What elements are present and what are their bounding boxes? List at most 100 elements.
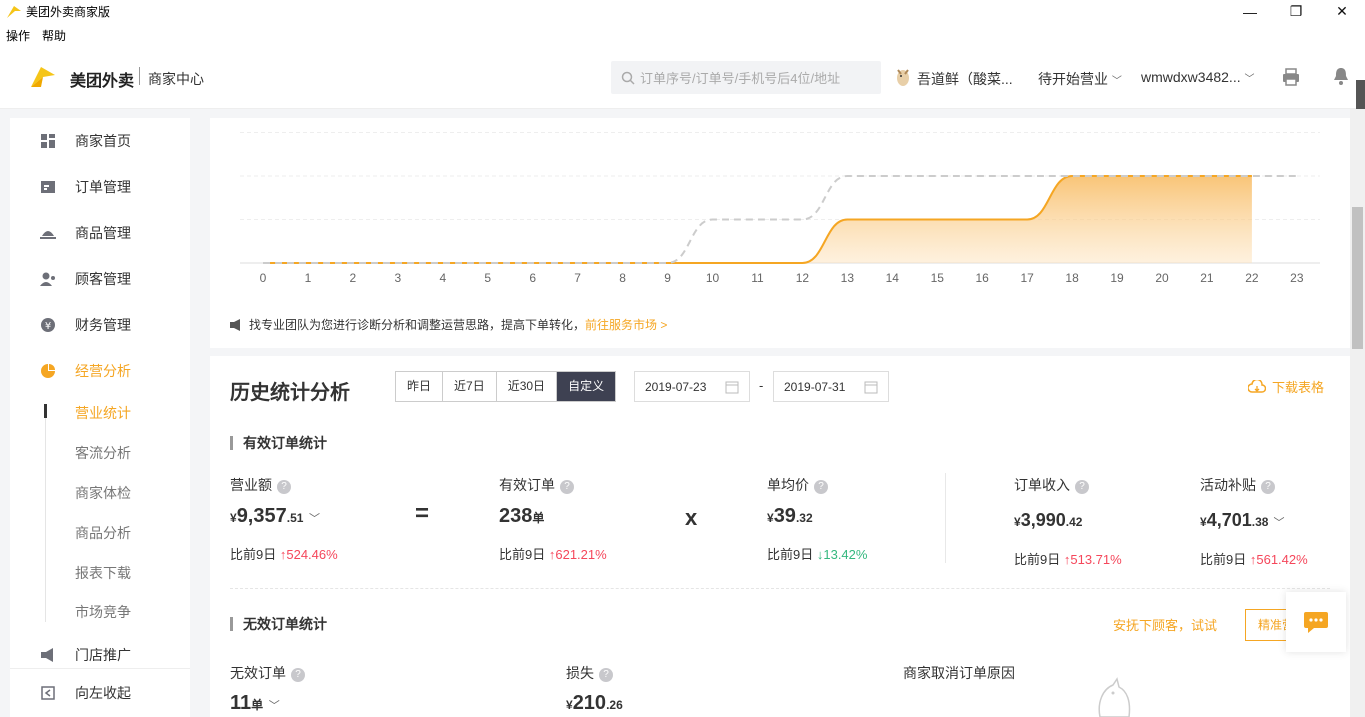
sidebar-item-finance[interactable]: ¥ 财务管理	[10, 302, 190, 348]
range-yesterday-button[interactable]: 昨日	[396, 372, 444, 401]
help-icon[interactable]: ?	[560, 480, 574, 494]
scrollbar-thumb[interactable]	[1352, 207, 1363, 349]
scrollbar-track[interactable]	[1350, 109, 1365, 717]
menu-operate[interactable]: 操作	[6, 27, 30, 44]
revenue-dec: .51	[286, 511, 304, 525]
download-table-button[interactable]: 下载表格	[1248, 377, 1324, 396]
account-name: wmwdxw3482...	[1141, 69, 1241, 85]
date-from-field[interactable]: 2019-07-23	[634, 371, 750, 402]
help-icon[interactable]: ?	[1261, 480, 1275, 494]
currency: ¥	[566, 698, 573, 712]
chat-button[interactable]	[1286, 592, 1346, 652]
income-label-group: 订单收入?	[1014, 475, 1089, 495]
invalid-count-int: 11	[230, 692, 252, 714]
megaphone-icon	[40, 647, 56, 663]
menu-bar: 操作 帮助	[0, 23, 1365, 47]
maximize-button[interactable]: ❐	[1273, 0, 1319, 23]
sidebar-item-customers[interactable]: 顾客管理	[10, 256, 190, 302]
range-custom-button[interactable]: 自定义	[557, 372, 616, 401]
shop-name[interactable]: 吾道鲜（酸菜...	[917, 69, 1013, 89]
sidebar-item-analytics[interactable]: 经营分析	[10, 348, 190, 394]
range-30days-button[interactable]: 近30日	[497, 372, 558, 401]
brand-name: 美团外卖	[70, 73, 135, 90]
date-to-field[interactable]: 2019-07-31	[773, 371, 889, 402]
history-title: 历史统计分析	[230, 382, 350, 404]
submenu-item-report-download[interactable]: 报表下载	[75, 563, 131, 583]
x-tick-label: 10	[705, 271, 720, 285]
subsidy-value[interactable]: ¥4,701.38 ﹀	[1200, 510, 1284, 531]
date-from-value: 2019-07-23	[645, 379, 707, 394]
collapse-sidebar-button[interactable]: 向左收起	[10, 670, 190, 716]
chevron-down-icon: ﹀	[1111, 76, 1122, 87]
bell-icon[interactable]	[1332, 66, 1350, 86]
submenu-item-checkup[interactable]: 商家体检	[75, 483, 131, 503]
x-tick-label: 1	[304, 271, 312, 285]
range-7days-button[interactable]: 近7日	[443, 372, 497, 401]
business-status-dropdown[interactable]: 待开始营业 ﹀	[1038, 69, 1122, 89]
order-search-input[interactable]: 订单序号/订单号/手机号后4位/地址	[611, 61, 881, 94]
sidebar-item-orders[interactable]: 订单管理	[10, 164, 190, 210]
revenue-label: 营业额	[230, 477, 272, 493]
chevron-down-icon: ﹀	[268, 700, 280, 712]
window-title-bar: 美团外卖商家版	[0, 0, 1365, 23]
x-tick-label: 22	[1245, 271, 1259, 285]
revenue-value[interactable]: ¥9,357.51 ﹀	[230, 505, 320, 528]
valid-orders-title: 有效订单统计	[230, 436, 327, 450]
sidebar-divider	[10, 668, 190, 669]
help-icon[interactable]: ?	[599, 668, 613, 682]
sidebar-item-products[interactable]: 商品管理	[10, 210, 190, 256]
help-icon[interactable]: ?	[291, 668, 305, 682]
x-tick-label: 23	[1290, 271, 1304, 285]
invalid-count-label-group: 无效订单?	[230, 663, 305, 683]
submenu-item-traffic[interactable]: 客流分析	[75, 443, 131, 463]
help-icon[interactable]: ?	[277, 480, 291, 494]
minimize-button[interactable]: —	[1227, 0, 1273, 23]
x-tick-label: 16	[975, 271, 989, 285]
submenu-item-business-stats[interactable]: 营业统计	[75, 403, 131, 423]
range-button-group: 昨日 近7日 近30日 自定义	[395, 371, 617, 402]
currency: ¥	[767, 511, 774, 525]
service-market-link[interactable]: 前往服务市场 >	[585, 316, 667, 333]
help-icon[interactable]: ?	[1075, 480, 1089, 494]
sidebar-item-home[interactable]: 商家首页	[10, 118, 190, 164]
x-tick-label: 12	[795, 271, 810, 285]
chevron-down-icon: ﹀	[1244, 74, 1255, 85]
brand-divider	[139, 67, 140, 85]
business-status: 待开始营业	[1038, 71, 1108, 87]
loss-label-group: 损失?	[566, 663, 613, 683]
avg-int: 39	[773, 505, 796, 527]
metrics-divider	[945, 473, 946, 563]
close-button[interactable]: ✕	[1319, 0, 1365, 23]
compare-label: 比前9日	[767, 547, 814, 562]
orders-label: 有效订单	[499, 477, 555, 493]
x-tick-label: 9	[664, 271, 671, 285]
menu-help[interactable]: 帮助	[42, 27, 66, 44]
kangaroo-mascot-icon	[1098, 677, 1131, 717]
pie-chart-icon	[40, 363, 56, 379]
invalid-orders-title: 无效订单统计	[230, 617, 327, 631]
orders-value: 238单	[499, 505, 544, 528]
x-tick-label: 13	[840, 271, 855, 285]
calendar-icon	[864, 381, 878, 393]
window-title: 美团外卖商家版	[26, 5, 111, 19]
sidebar-item-label: 门店推广	[75, 647, 131, 663]
x-tick-label: 20	[1155, 271, 1169, 285]
invalid-count-value[interactable]: 11单 ﹀	[230, 692, 280, 715]
x-tick-label: 14	[885, 271, 899, 285]
customer-icon	[40, 271, 56, 287]
submenu-item-competition[interactable]: 市场竞争	[75, 602, 131, 622]
compare-value: 524.46%	[286, 547, 338, 562]
avg-value: ¥39.32	[767, 505, 813, 528]
chevron-down-icon: ﹀	[1273, 517, 1285, 529]
compare-label: 比前9日	[499, 547, 546, 562]
compare-label: 比前9日	[1200, 552, 1247, 567]
loss-dec: .26	[606, 698, 623, 712]
shop-avatar-icon[interactable]	[893, 66, 913, 88]
x-tick-label: 2	[349, 271, 357, 285]
hourly-chart	[240, 132, 1320, 264]
help-icon[interactable]: ?	[814, 480, 828, 494]
submenu-item-product-analysis[interactable]: 商品分析	[75, 523, 131, 543]
compare-value: 561.42%	[1256, 552, 1308, 567]
account-dropdown[interactable]: wmwdxw3482... ﹀	[1141, 69, 1254, 85]
printer-icon[interactable]	[1282, 68, 1300, 86]
